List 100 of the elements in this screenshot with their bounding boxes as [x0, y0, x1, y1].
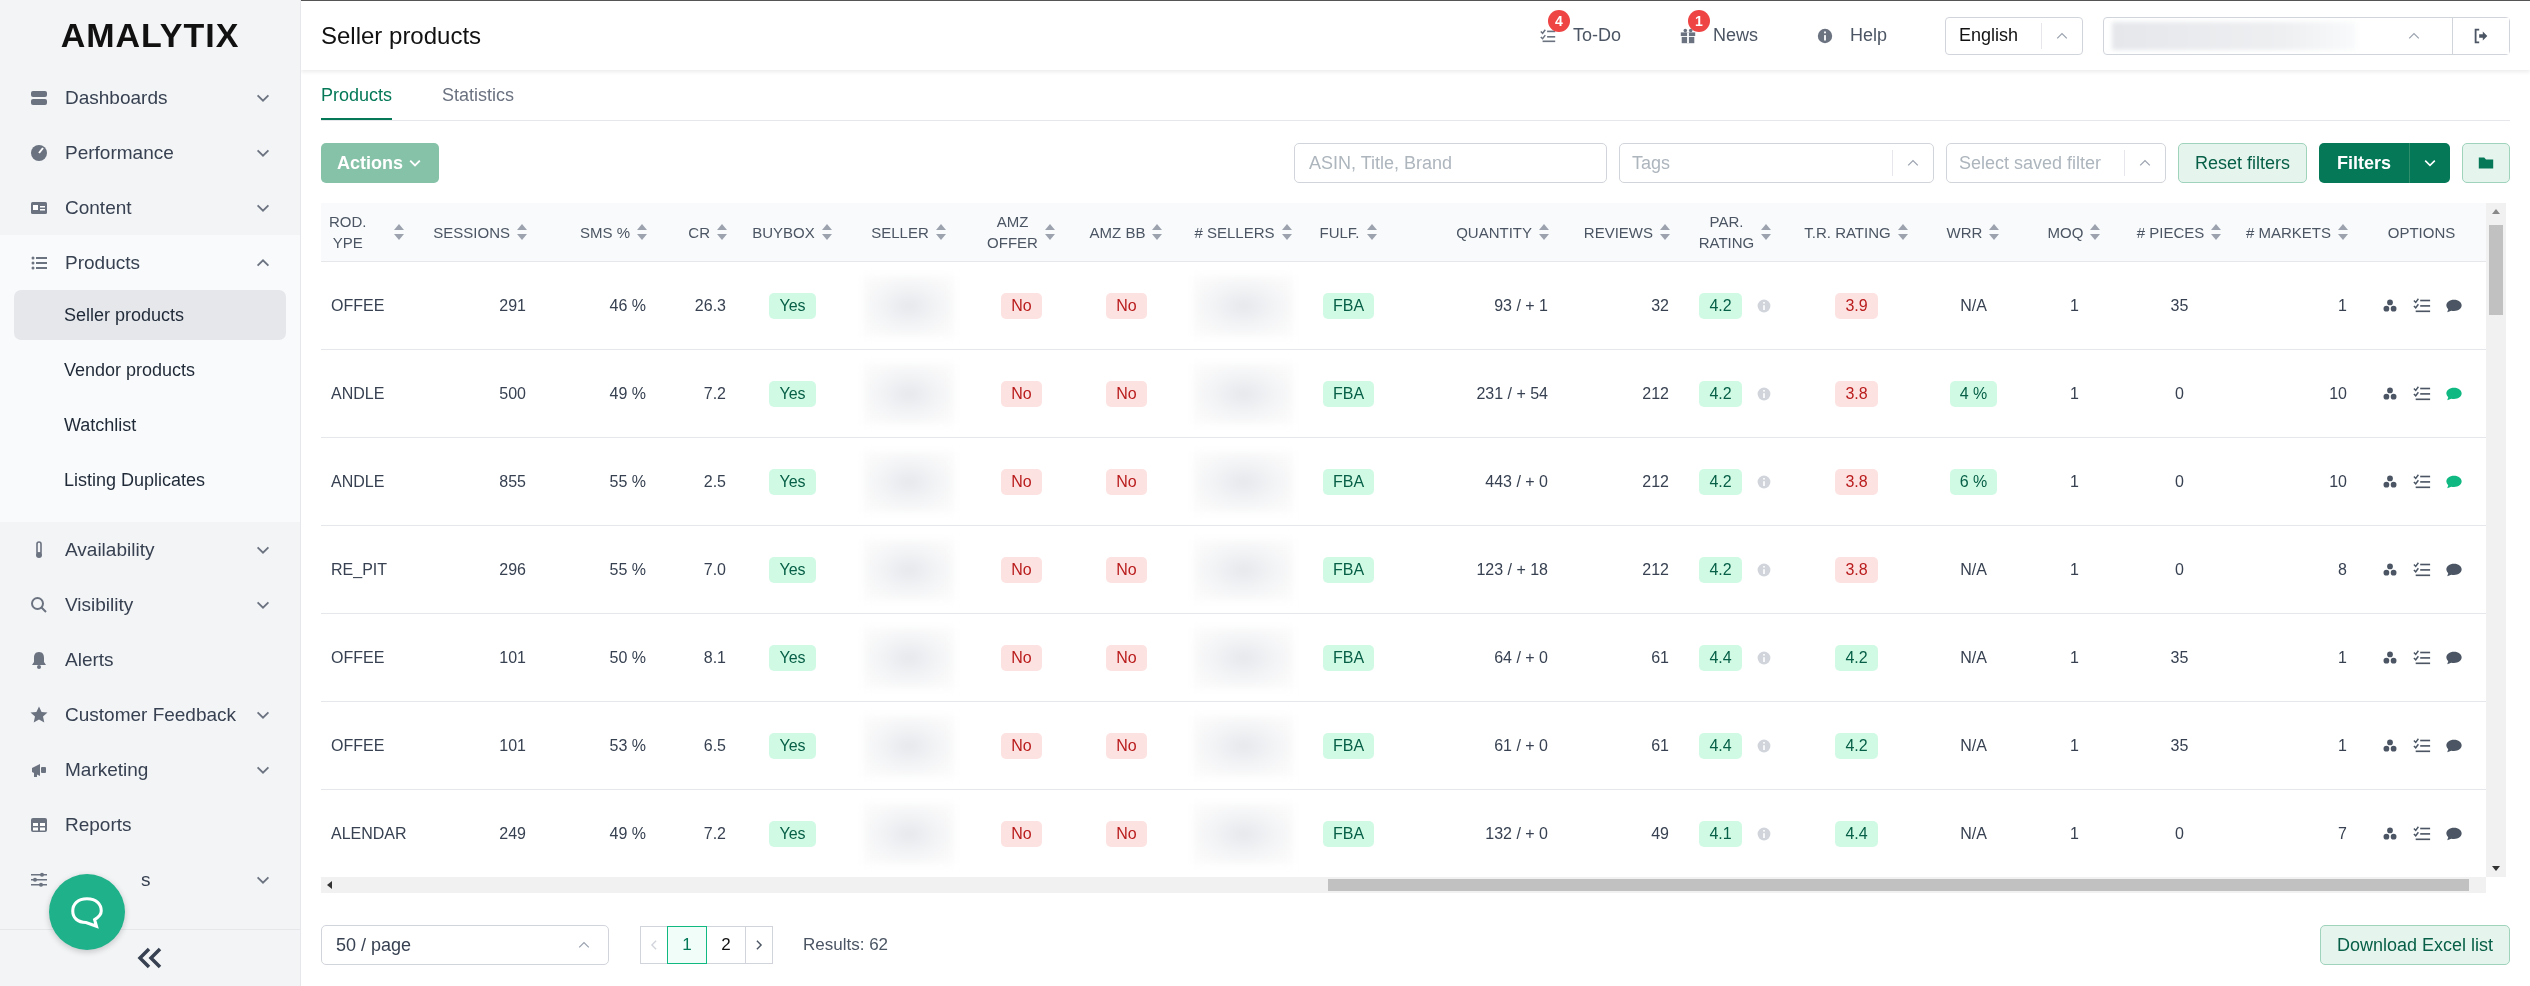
info-icon[interactable] — [1755, 297, 1772, 314]
vertical-scrollbar[interactable] — [2486, 203, 2506, 877]
table-cell: 4.2 — [1699, 292, 1742, 319]
column-header[interactable]: WRR — [1946, 221, 1983, 243]
checklist-icon[interactable] — [2412, 736, 2431, 755]
checklist-icon[interactable] — [2412, 560, 2431, 579]
column-header[interactable]: SMS % — [580, 221, 630, 243]
horizontal-scrollbar[interactable] — [321, 877, 2486, 893]
sort-icon[interactable] — [2210, 222, 2223, 242]
table-cell: ALENDAR — [331, 824, 407, 843]
column-header[interactable]: AMZ BB — [1089, 221, 1146, 243]
table-cell: 1 — [2338, 296, 2347, 315]
info-icon[interactable] — [1755, 385, 1772, 402]
table-cell: 123 / + 18 — [1476, 560, 1548, 579]
sort-icon[interactable] — [716, 222, 728, 242]
notification-badge: 4 — [1547, 10, 1570, 32]
table-cell: No — [1001, 468, 1042, 495]
checklist-icon[interactable] — [2412, 824, 2431, 843]
filters-button[interactable]: Filters — [2318, 143, 2410, 183]
column-header[interactable]: OPTIONS — [2387, 221, 2456, 243]
table-cell: OFFEE — [331, 736, 385, 755]
arrow-down-icon[interactable] — [2491, 863, 2501, 873]
nav-item[interactable]: Reports — [0, 797, 300, 852]
nav-item[interactable]: Dashboards — [0, 70, 300, 125]
column-header[interactable]: CR — [688, 221, 710, 243]
sort-icon[interactable] — [2089, 222, 2102, 242]
info-icon[interactable] — [1755, 825, 1772, 842]
column-header[interactable]: AMZ OFFER — [987, 211, 1038, 253]
arrow-left-icon[interactable] — [325, 880, 335, 890]
page-button[interactable]: 1 — [667, 926, 707, 964]
header-link[interactable]: Help — [1815, 25, 1887, 46]
sort-icon[interactable] — [636, 222, 648, 242]
column-header[interactable]: T.R. RATING — [1804, 221, 1891, 243]
scrollbar-thumb[interactable] — [1328, 879, 2469, 891]
page-button[interactable]: 2 — [706, 926, 746, 964]
sort-icon[interactable] — [1365, 222, 1378, 242]
nav-item[interactable]: Alerts — [0, 632, 300, 687]
info-icon[interactable] — [1755, 473, 1772, 490]
submenu-item[interactable]: Listing Duplicates — [14, 455, 286, 505]
filters-dropdown-button[interactable] — [2410, 143, 2450, 183]
reset-filters-button[interactable]: Reset filters — [2177, 143, 2307, 183]
table-cell: 1 — [2070, 648, 2079, 667]
table-cell: 132 / + 0 — [1485, 824, 1548, 843]
sort-icon[interactable] — [516, 222, 528, 242]
checklist-icon[interactable] — [2412, 384, 2431, 403]
arrow-up-icon[interactable] — [2491, 207, 2501, 217]
nav-item[interactable]: Content — [0, 180, 300, 235]
sort-icon[interactable] — [934, 222, 947, 242]
sort-icon[interactable] — [393, 222, 405, 242]
submenu-item[interactable]: Seller products — [14, 290, 286, 340]
scrollbar-thumb[interactable] — [2489, 225, 2503, 315]
nav-item[interactable]: Performance — [0, 125, 300, 180]
table-cell: No — [1106, 732, 1147, 759]
folder-button[interactable] — [2462, 143, 2510, 183]
info-icon[interactable] — [1755, 737, 1772, 754]
sort-icon[interactable] — [1538, 222, 1550, 242]
language-select[interactable]: English — [1945, 16, 2083, 55]
sort-icon[interactable] — [2337, 222, 2349, 242]
sort-icon[interactable] — [1659, 222, 1671, 242]
checklist-icon[interactable] — [2412, 296, 2431, 315]
table-cell: 0 — [2175, 824, 2184, 843]
search-field[interactable]: ASIN, Title, Brand — [1293, 143, 1607, 183]
column-header[interactable]: REVIEWS — [1583, 221, 1653, 243]
next-page-button[interactable] — [745, 926, 773, 964]
tab[interactable]: Products — [321, 85, 393, 120]
sort-icon[interactable] — [820, 222, 833, 242]
checklist-icon[interactable] — [2412, 648, 2431, 667]
table-cell: FBA — [1322, 820, 1375, 847]
sort-icon[interactable] — [1280, 222, 1293, 242]
column-header[interactable]: MOQ — [2047, 221, 2084, 243]
column-header[interactable]: SESSIONS — [433, 221, 510, 243]
sort-icon[interactable] — [1760, 222, 1773, 242]
column-header[interactable]: PAR. RATING — [1698, 211, 1755, 253]
submenu-item[interactable]: Watchlist — [14, 400, 286, 450]
chat-button[interactable] — [49, 874, 125, 950]
column-header[interactable]: ROD. YPE — [329, 211, 367, 253]
sort-icon[interactable] — [1988, 222, 2001, 242]
column-header[interactable]: # PIECES — [2136, 221, 2205, 243]
page-size-select[interactable]: 50 / page — [321, 925, 609, 965]
nav-item[interactable]: Marketing — [0, 742, 300, 797]
submenu-item[interactable]: Vendor products — [14, 345, 286, 395]
nav-item[interactable]: Customer Feedback — [0, 687, 300, 742]
column-header[interactable]: # SELLERS — [1194, 221, 1275, 243]
nav-item[interactable]: s — [0, 852, 300, 907]
column-header[interactable]: BUYBOX — [752, 221, 815, 243]
nav-item[interactable]: Products — [0, 235, 300, 290]
tab[interactable]: Statistics — [442, 85, 515, 120]
column-header[interactable]: FULF. — [1319, 221, 1360, 243]
sort-icon[interactable] — [1896, 222, 1909, 242]
nav-item[interactable]: Availability — [0, 522, 300, 577]
sort-icon[interactable] — [1151, 222, 1164, 242]
column-header[interactable]: SELLER — [871, 221, 929, 243]
info-icon[interactable] — [1755, 649, 1772, 666]
download-button[interactable]: Download Excel list — [2319, 925, 2510, 965]
info-icon[interactable] — [1755, 561, 1772, 578]
nav-item[interactable]: Visibility — [0, 577, 300, 632]
checklist-icon[interactable] — [2412, 472, 2431, 491]
sort-icon[interactable] — [1043, 222, 1056, 242]
column-header[interactable]: QUANTITY — [1456, 221, 1532, 243]
column-header[interactable]: # MARKETS — [2245, 221, 2331, 243]
